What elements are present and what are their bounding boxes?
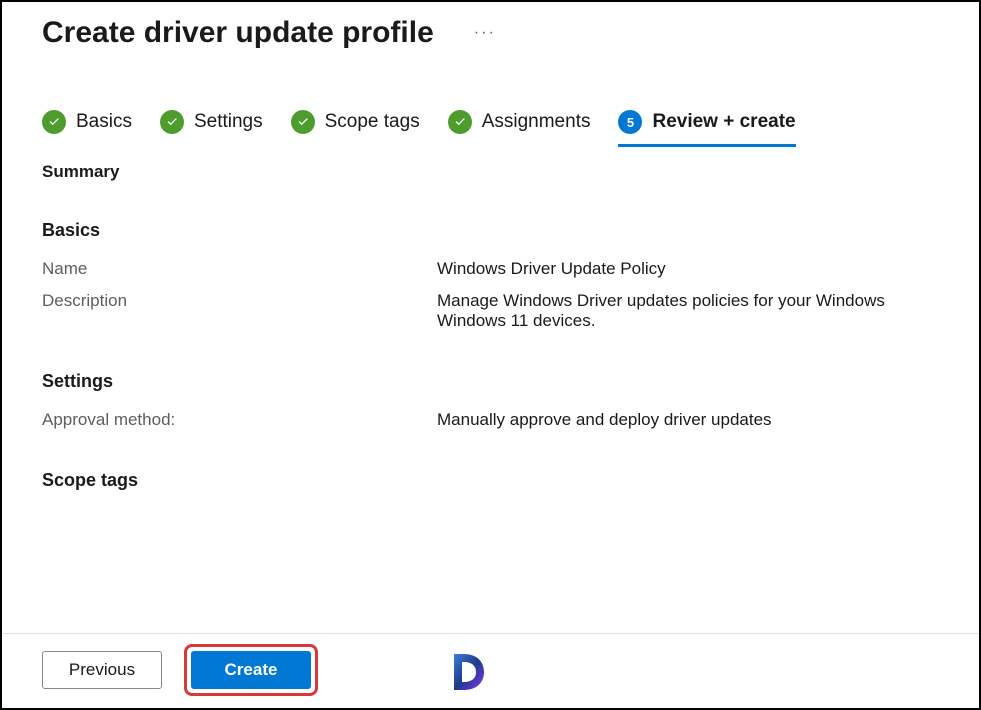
footer-divider — [2, 633, 979, 634]
step-basics[interactable]: Basics — [42, 110, 132, 134]
create-button[interactable]: Create — [191, 651, 311, 689]
field-value: Windows Driver Update Policy — [437, 259, 666, 279]
highlight-annotation: Create — [184, 644, 318, 696]
field-description: Description Manage Windows Driver update… — [42, 291, 939, 331]
field-approval: Approval method: Manually approve and de… — [42, 410, 939, 430]
step-label: Settings — [194, 111, 263, 133]
step-label: Scope tags — [325, 111, 420, 133]
footer: Previous Create — [42, 644, 939, 696]
previous-button[interactable]: Previous — [42, 651, 162, 689]
step-settings[interactable]: Settings — [160, 110, 263, 134]
checkmark-icon — [42, 110, 66, 134]
checkmark-icon — [160, 110, 184, 134]
field-label: Approval method: — [42, 410, 437, 430]
section-basics-heading: Basics — [42, 220, 939, 241]
wizard-steps: Basics Settings Scope tags Assignments 5… — [2, 50, 979, 134]
field-name: Name Windows Driver Update Policy — [42, 259, 939, 279]
step-scope-tags[interactable]: Scope tags — [291, 110, 420, 134]
summary-heading: Summary — [42, 162, 939, 182]
field-label: Description — [42, 291, 437, 331]
field-value: Manage Windows Driver updates policies f… — [437, 291, 939, 331]
step-label: Assignments — [482, 111, 591, 133]
field-label: Name — [42, 259, 437, 279]
checkmark-icon — [448, 110, 472, 134]
step-label: Review + create — [652, 111, 795, 133]
summary-panel: Summary Basics Name Windows Driver Updat… — [2, 134, 979, 491]
checkmark-icon — [291, 110, 315, 134]
step-assignments[interactable]: Assignments — [448, 110, 591, 134]
watermark-logo — [446, 650, 490, 694]
field-value: Manually approve and deploy driver updat… — [437, 410, 772, 430]
section-scope-heading: Scope tags — [42, 470, 939, 491]
section-settings-heading: Settings — [42, 371, 939, 392]
more-icon[interactable]: ··· — [474, 24, 496, 42]
step-review-create[interactable]: 5 Review + create — [618, 110, 795, 147]
step-label: Basics — [76, 111, 132, 133]
page-title: Create driver update profile — [42, 16, 434, 50]
step-number-icon: 5 — [618, 110, 642, 134]
